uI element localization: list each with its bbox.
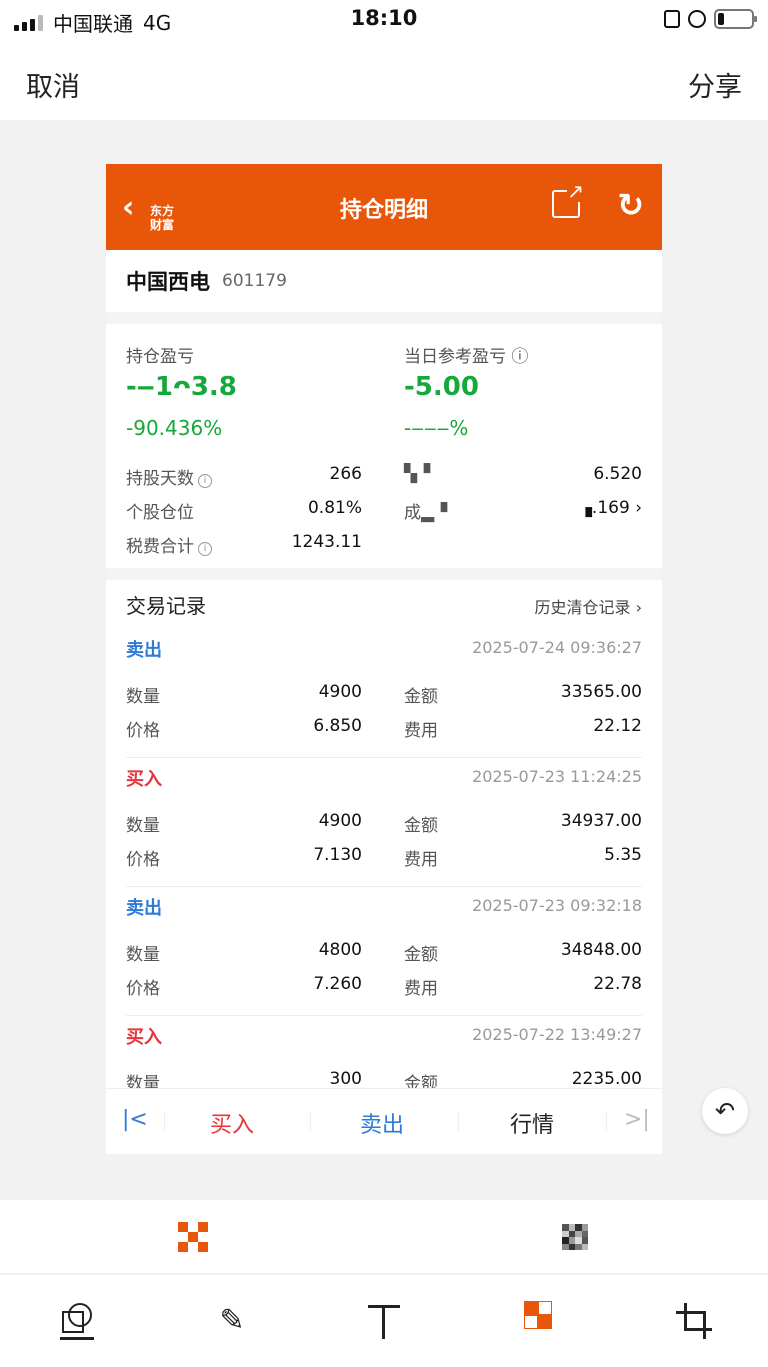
screenshot-preview[interactable]: ‹ 东方财富 持仓明细 ↻ 中国西电 601179 持仓盈亏 -‒1ᴖ3.8 -… <box>106 164 662 1154</box>
mosaic-pixel-icon[interactable] <box>178 1222 208 1252</box>
price-label: 价格 <box>126 850 160 870</box>
qty-label: 数量 <box>126 687 160 707</box>
shape-tool-icon[interactable] <box>60 1301 100 1341</box>
trade-side: 卖出 <box>126 898 162 919</box>
trade-records: 交易记录 历史清仓记录 › 卖出 2025-07-24 09:36:27 数量 … <box>106 580 662 1094</box>
trade-time: 2025-07-23 09:32:18 <box>472 896 642 915</box>
app-tab-bar: |< 买入 卖出 行情 >| <box>106 1088 662 1154</box>
today-pnl-pct: -‒‒‒% <box>404 416 469 440</box>
trade-record[interactable]: 买入 2025-07-23 11:24:25 数量 4900 金额 34937.… <box>126 759 642 887</box>
price-label: 价格 <box>126 721 160 741</box>
fee-label: 费用 <box>404 979 438 999</box>
stock-name: 中国西电 <box>126 270 210 294</box>
position-ratio-label: 个股仓位 <box>126 503 194 523</box>
holding-days-value: 266 <box>329 464 362 484</box>
editing-toolbar: ✎ <box>0 1275 768 1367</box>
tax-total-value: 1243.11 <box>291 532 362 552</box>
share-button[interactable]: 分享 <box>688 65 742 104</box>
tab-separator <box>164 1111 165 1131</box>
pnl-panel: 持仓盈亏 -‒1ᴖ3.8 -90.436% 当日参考盈亏 ⓘ -5.00 -‒‒… <box>106 324 662 568</box>
stock-code: 601179 <box>222 271 287 291</box>
text-tool-icon[interactable] <box>364 1301 404 1341</box>
trade-record[interactable]: 卖出 2025-07-24 09:36:27 数量 4900 金额 33565.… <box>126 630 642 758</box>
qty-label: 数量 <box>126 816 160 836</box>
price-label: 价格 <box>126 979 160 999</box>
status-bar: 中国联通 4G 18:10 <box>0 0 768 40</box>
cost-price-label: 成▂▝ <box>404 503 448 523</box>
quote-tab[interactable]: 行情 <box>510 1107 554 1139</box>
qty-value: 4900 <box>318 811 362 831</box>
amount-value: 34848.00 <box>560 940 642 960</box>
refresh-icon: ↻ <box>617 186 644 224</box>
undo-icon: ↶ <box>714 1097 736 1125</box>
today-pnl-label: 当日参考盈亏 ⓘ <box>404 347 529 367</box>
cost-value: 6.520 <box>593 464 642 484</box>
app-header: ‹ 东方财富 持仓明细 ↻ <box>106 164 662 250</box>
stock-row: 中国西电 601179 <box>106 250 662 312</box>
position-pnl-value: -‒1ᴖ3.8 <box>126 372 237 402</box>
today-pnl-value: -5.00 <box>404 372 479 402</box>
amount-label: 金额 <box>404 687 438 707</box>
qty-label: 数量 <box>126 945 160 965</box>
last-page-button[interactable]: >| <box>624 1107 650 1132</box>
amount-label: 金额 <box>404 816 438 836</box>
tab-separator <box>310 1111 311 1131</box>
amount-value: 34937.00 <box>560 811 642 831</box>
tab-separator <box>606 1111 607 1131</box>
cost-label: ▚▝ <box>404 464 431 484</box>
trade-record[interactable]: 卖出 2025-07-23 09:32:18 数量 4800 金额 34848.… <box>126 888 642 1016</box>
trade-records-header: 交易记录 历史清仓记录 › <box>126 590 642 620</box>
info-icon: i <box>198 474 212 488</box>
price-value: 7.130 <box>313 845 362 865</box>
sell-tab[interactable]: 卖出 <box>360 1107 404 1139</box>
tab-separator <box>458 1111 459 1131</box>
position-pnl-label: 持仓盈亏 <box>126 347 194 367</box>
trade-time: 2025-07-22 13:49:27 <box>472 1025 642 1044</box>
trade-records-title: 交易记录 <box>126 594 206 618</box>
price-value: 6.850 <box>313 716 362 736</box>
qty-value: 300 <box>329 1069 362 1089</box>
tax-total-label: 税费合计 i <box>126 532 212 557</box>
cancel-button[interactable]: 取消 <box>26 65 80 104</box>
buy-tab[interactable]: 买入 <box>210 1107 254 1139</box>
battery-icon <box>714 9 757 29</box>
status-right <box>664 9 757 29</box>
trade-time: 2025-07-24 09:36:27 <box>472 638 642 657</box>
fee-label: 费用 <box>404 850 438 870</box>
position-ratio-value: 0.81% <box>307 498 362 518</box>
fee-value: 5.35 <box>604 845 642 865</box>
amount-value: 2235.00 <box>571 1069 642 1089</box>
amount-label: 金额 <box>404 945 438 965</box>
editor-top-bar: 取消 分享 <box>0 40 768 120</box>
undo-button[interactable]: ↶ <box>702 1088 748 1134</box>
first-page-button[interactable]: |< <box>122 1107 148 1132</box>
trade-time: 2025-07-23 11:24:25 <box>472 767 642 786</box>
crop-tool-icon[interactable] <box>676 1301 716 1341</box>
amount-value: 33565.00 <box>560 682 642 702</box>
trade-side: 买入 <box>126 769 162 790</box>
mosaic-blur-icon[interactable] <box>562 1224 588 1250</box>
qty-value: 4900 <box>318 682 362 702</box>
fee-label: 费用 <box>404 721 438 741</box>
pen-tool-icon[interactable]: ✎ <box>212 1301 252 1341</box>
mosaic-style-bar <box>0 1200 768 1274</box>
mosaic-tool-icon[interactable] <box>524 1301 564 1341</box>
history-link[interactable]: 历史清仓记录 › <box>535 594 643 618</box>
price-value: 7.260 <box>313 974 362 994</box>
fee-value: 22.78 <box>593 974 642 994</box>
info-icon: ⓘ <box>511 347 529 367</box>
rotation-lock-icon <box>688 10 706 28</box>
qty-value: 4800 <box>318 940 362 960</box>
position-pnl-pct: -90.436% <box>126 416 223 440</box>
fee-value: 22.12 <box>593 716 642 736</box>
holding-days-label: 持股天数 i <box>126 464 212 489</box>
trade-side: 卖出 <box>126 640 162 661</box>
info-icon: i <box>198 542 212 556</box>
portrait-icon <box>664 10 680 28</box>
cost-price-value[interactable]: ▗.169 › <box>506 498 642 518</box>
trade-side: 买入 <box>126 1027 162 1048</box>
clock: 18:10 <box>350 6 418 30</box>
export-icon <box>552 180 584 218</box>
